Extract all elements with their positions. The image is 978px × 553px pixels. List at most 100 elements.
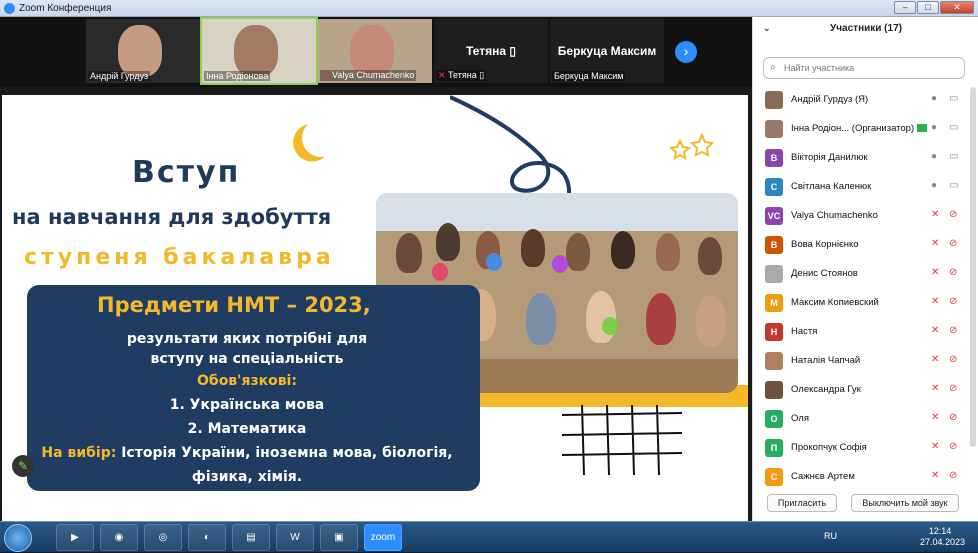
camera-icon[interactable]: ▭	[949, 180, 958, 191]
mic-off-icon[interactable]: ✕	[931, 267, 939, 278]
participant-search-input[interactable]: ⌕ Найти участника	[763, 57, 965, 79]
minimize-button[interactable]: –	[894, 1, 916, 14]
avatar	[765, 91, 783, 109]
camera-off-icon[interactable]: ⊘	[949, 325, 957, 336]
mic-off-icon[interactable]: ✕	[931, 441, 939, 452]
participant-name: Інна Родіон... (Организатор)	[791, 123, 928, 134]
title-bar: Zoom Конференция – □ ✕	[0, 0, 978, 17]
participant-name: Оля	[791, 413, 809, 424]
mandatory-label: Обов'язкові:	[197, 373, 297, 389]
mic-icon[interactable]: ●	[931, 180, 937, 191]
avatar: Н	[765, 323, 783, 341]
search-icon: ⌕	[770, 62, 776, 73]
camera-off-icon[interactable]: ⊘	[949, 238, 957, 249]
mic-off-icon[interactable]: ✕	[931, 209, 939, 220]
participant-name: Світлана Каленюк	[791, 181, 872, 192]
participants-header: ⌄ Участники (17)	[763, 23, 902, 34]
participant-name: Наталія Чапчай	[791, 355, 861, 366]
camera-off-icon[interactable]: ⊘	[949, 470, 957, 481]
participant-name: Сажнєв Артем	[791, 471, 855, 482]
system-tray: RU	[0, 522, 978, 553]
tile-name: ✕ Valya Chumachenko	[320, 70, 417, 81]
slide-subtitle: на навчання для здобуття	[12, 205, 332, 229]
camera-icon[interactable]: ▭	[949, 93, 958, 104]
subjects-line: результати яких потрібні для	[126, 331, 368, 347]
mic-off-icon[interactable]: ✕	[931, 325, 939, 336]
video-tile-active-speaker[interactable]: Інна Родіонова	[200, 17, 318, 85]
video-tile[interactable]: Беркуца Максим Беркуца Максим	[550, 19, 664, 83]
participant-name: Андрій Гурдуз (Я)	[791, 94, 869, 105]
maximize-button[interactable]: □	[917, 1, 939, 14]
mute-self-button[interactable]: Выключить мой звук	[851, 494, 959, 512]
avatar: VC	[765, 207, 783, 225]
participant-name: Вікторія Данилюк	[791, 152, 868, 163]
mic-off-icon[interactable]: ✕	[931, 412, 939, 423]
window-title: Zoom Конференция	[19, 2, 112, 14]
video-strip: Андрій Гурдуз Інна Родіонова ✕ Valya Chu…	[0, 17, 752, 87]
participant-row[interactable]: С Сажнєв Артем ✕ ⊘	[753, 461, 969, 490]
camera-off-icon[interactable]: ⊘	[949, 296, 957, 307]
mic-off-icon[interactable]: ✕	[931, 383, 939, 394]
invite-button[interactable]: Пригласить	[767, 494, 837, 512]
camera-off-icon[interactable]: ⊘	[949, 267, 957, 278]
participants-scrollbar[interactable]	[970, 87, 976, 447]
mic-icon[interactable]: ●	[931, 151, 937, 162]
mic-off-icon[interactable]: ✕	[931, 354, 939, 365]
participant-row[interactable]: Н Настя ✕ ⊘	[753, 316, 969, 345]
participants-panel: ⌄ Участники (17) ⌕ Найти участника Андрі…	[752, 17, 978, 521]
participant-row[interactable]: Наталія Чапчай ✕ ⊘	[753, 345, 969, 374]
avatar	[765, 265, 783, 283]
mic-off-icon[interactable]: ✕	[931, 238, 939, 249]
mic-off-icon: ✕	[322, 70, 333, 80]
stars-icon	[670, 132, 715, 160]
camera-icon[interactable]: ▭	[949, 151, 958, 162]
camera-off-icon[interactable]: ⊘	[949, 441, 957, 452]
avatar	[765, 120, 783, 138]
mic-off-icon[interactable]: ✕	[931, 470, 939, 481]
camera-icon[interactable]: ▭	[949, 122, 958, 133]
video-tile[interactable]: ✕ Valya Chumachenko	[318, 19, 432, 83]
participant-row[interactable]: В Вікторія Данилюк ● ▭	[753, 142, 969, 171]
decorative-grid	[562, 405, 682, 475]
mic-icon[interactable]: ●	[931, 93, 937, 104]
mic-off-icon: ✕	[438, 70, 449, 80]
participant-row[interactable]: В Вова Корнієнко ✕ ⊘	[753, 229, 969, 258]
avatar: О	[765, 410, 783, 428]
language-indicator[interactable]: RU	[824, 531, 837, 541]
slide-title: Вступ	[132, 155, 241, 190]
camera-off-icon[interactable]: ⊘	[949, 209, 957, 220]
participant-name: Valya Chumachenko	[791, 210, 878, 221]
participant-row[interactable]: Андрій Гурдуз (Я) ● ▭	[753, 84, 969, 113]
participant-row[interactable]: М Максим Копиевский ✕ ⊘	[753, 287, 969, 316]
annotate-pencil-icon[interactable]: ✎	[12, 455, 34, 477]
participant-row[interactable]: Інна Родіон... (Организатор) ● ▭	[753, 113, 969, 142]
participant-video	[234, 25, 278, 77]
participant-row[interactable]: Денис Стоянов ✕ ⊘	[753, 258, 969, 287]
participant-row[interactable]: VC Valya Chumachenko ✕ ⊘	[753, 200, 969, 229]
next-page-arrow-icon[interactable]: ›	[675, 41, 697, 63]
participant-list: Андрій Гурдуз (Я) ● ▭ Інна Родіон... (Орган…	[753, 84, 969, 490]
video-status-icon	[917, 124, 928, 133]
zoom-logo-icon	[4, 2, 15, 14]
camera-off-icon[interactable]: ⊘	[949, 412, 957, 423]
subjects-box: Предмети НМТ – 2023, результати яких пот…	[27, 285, 480, 491]
participant-name: Денис Стоянов	[791, 268, 858, 279]
camera-off-icon[interactable]: ⊘	[949, 383, 957, 394]
close-button[interactable]: ✕	[940, 1, 974, 14]
video-tile[interactable]: Андрій Гурдуз	[86, 19, 200, 83]
participant-row[interactable]: Олександра Гук ✕ ⊘	[753, 374, 969, 403]
mic-icon[interactable]: ●	[931, 122, 937, 133]
video-tile[interactable]: Тетяна ▯ ✕ Тетяна ▯	[434, 19, 548, 83]
participant-name: Настя	[791, 326, 818, 337]
avatar	[765, 352, 783, 370]
mandatory-item: 1. Українська мова	[169, 397, 325, 413]
participant-row[interactable]: С Світлана Каленюк ● ▭	[753, 171, 969, 200]
participant-row[interactable]: О Оля ✕ ⊘	[753, 403, 969, 432]
mic-off-icon[interactable]: ✕	[931, 296, 939, 307]
camera-off-icon[interactable]: ⊘	[949, 354, 957, 365]
chevron-down-icon[interactable]: ⌄	[763, 23, 771, 34]
participant-row[interactable]: П Прокопчук Софія ✕ ⊘	[753, 432, 969, 461]
clock[interactable]: 12:14 27.04.2023	[920, 526, 965, 548]
subjects-line: вступу на спеціальність	[150, 351, 344, 367]
tile-header-name: Тетяна ▯	[466, 44, 516, 58]
